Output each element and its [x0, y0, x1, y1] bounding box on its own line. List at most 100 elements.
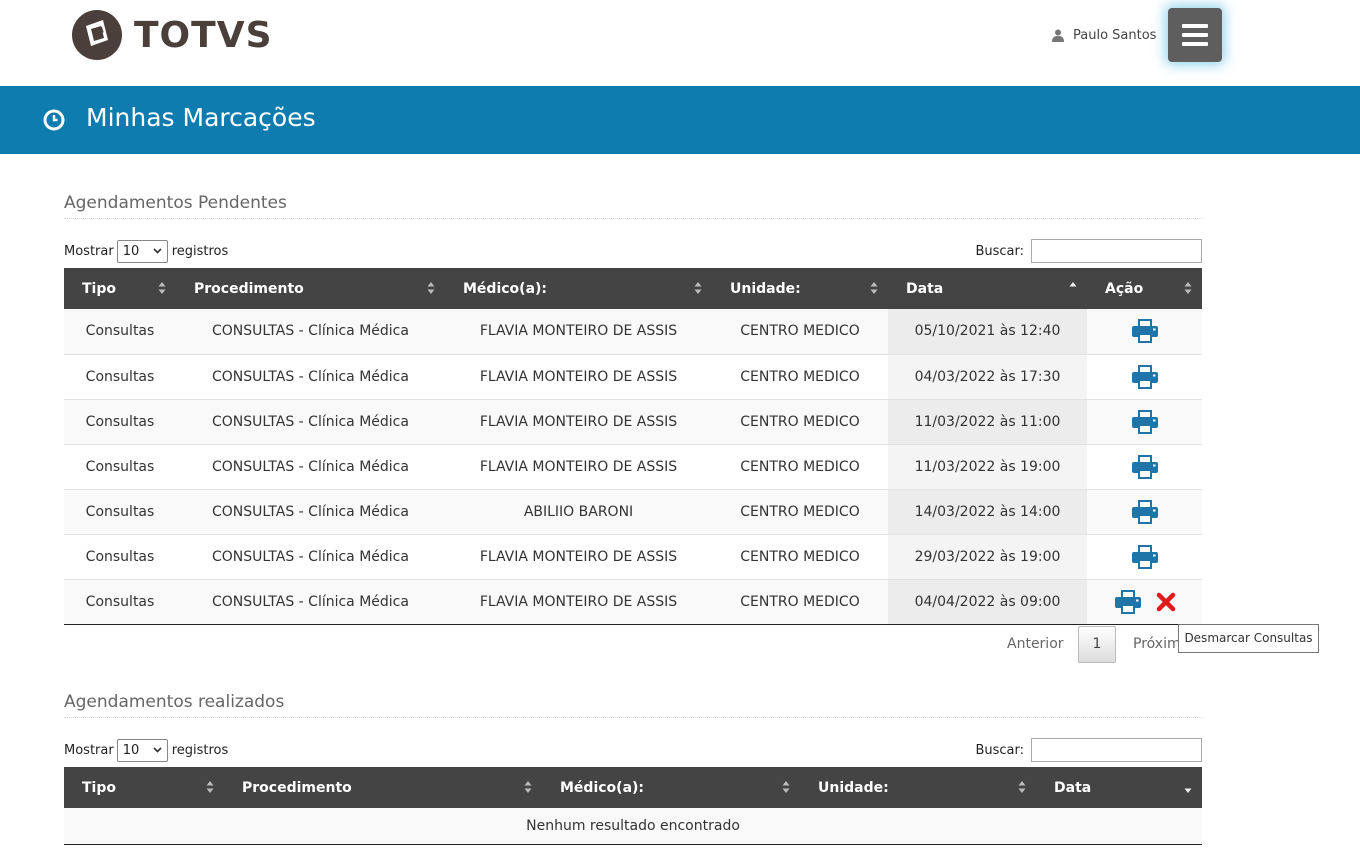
col-header-unidade[interactable]: Unidade: — [800, 767, 1036, 808]
cell-acao — [1087, 399, 1202, 445]
cell-medico: FLAVIA MONTEIRO DE ASSIS — [445, 444, 712, 490]
cell-tipo: Consultas — [64, 309, 176, 355]
table-header-row: Tipo Procedimento Médico(a): Unidade: Da… — [64, 268, 1202, 309]
col-header-label: Procedimento — [194, 280, 304, 297]
totvs-logo-icon — [72, 10, 122, 60]
hamburger-menu-icon — [1182, 33, 1208, 37]
row-actions — [1087, 364, 1202, 390]
pagination-prev[interactable]: Anterior — [1007, 636, 1064, 652]
records-label: registros — [171, 243, 229, 259]
pagination-next[interactable]: Próxim — [1133, 636, 1181, 652]
cell-procedimento: CONSULTAS - Clínica Médica — [176, 534, 445, 580]
cell-acao — [1087, 579, 1202, 625]
done-controls: Mostrar 10 registros Buscar: — [64, 738, 1202, 764]
row-actions — [1087, 589, 1202, 615]
brand-name: TOTVS — [134, 14, 273, 56]
cell-data: 11/03/2022 às 19:00 — [888, 444, 1087, 490]
empty-message: Nenhum resultado encontrado — [64, 808, 1202, 845]
pending-controls: Mostrar 10 registros Buscar: — [64, 239, 1202, 265]
cell-data: 29/03/2022 às 19:00 — [888, 534, 1087, 580]
printer-icon[interactable] — [1131, 318, 1159, 344]
cell-unidade: CENTRO MEDICO — [712, 399, 888, 445]
col-header-label: Procedimento — [242, 779, 352, 796]
col-header-label: Ação — [1105, 280, 1144, 297]
printer-icon[interactable] — [1131, 409, 1159, 435]
cell-data: 04/04/2022 às 09:00 — [888, 579, 1087, 625]
chevron-down-icon — [153, 747, 162, 753]
page-length-value: 10 — [122, 742, 140, 758]
printer-icon[interactable] — [1131, 544, 1159, 570]
user-info[interactable]: Paulo Santos — [1052, 24, 1156, 46]
col-header-medico[interactable]: Médico(a): — [542, 767, 800, 808]
col-header-unidade[interactable]: Unidade: — [712, 268, 888, 309]
col-header-acao[interactable]: Ação — [1087, 268, 1202, 309]
done-section-title: Agendamentos realizados — [64, 692, 1202, 718]
close-icon[interactable] — [1156, 592, 1176, 612]
cell-medico: FLAVIA MONTEIRO DE ASSIS — [445, 399, 712, 445]
col-header-procedimento[interactable]: Procedimento — [176, 268, 445, 309]
hamburger-menu-icon — [1182, 42, 1208, 46]
show-label: Mostrar — [64, 243, 114, 259]
cell-tipo: Consultas — [64, 444, 176, 490]
cell-data: 05/10/2021 às 12:40 — [888, 309, 1087, 355]
cell-procedimento: CONSULTAS - Clínica Médica — [176, 579, 445, 625]
brand-logo[interactable]: TOTVS — [70, 8, 273, 62]
cell-unidade: CENTRO MEDICO — [712, 444, 888, 490]
col-header-tipo[interactable]: Tipo — [64, 268, 176, 309]
sort-both-icon — [782, 781, 790, 793]
search-control: Buscar: — [975, 239, 1202, 263]
table-row: Consultas CONSULTAS - Clínica Médica FLAVI… — [64, 534, 1202, 580]
page-length-value: 10 — [122, 243, 140, 259]
col-header-procedimento[interactable]: Procedimento — [224, 767, 542, 808]
table-header-row: Tipo Procedimento Médico(a): Unidade: Da… — [64, 767, 1202, 808]
page-title-bar: Minhas Marcações — [0, 86, 1360, 154]
printer-icon[interactable] — [1131, 454, 1159, 480]
cell-acao — [1087, 309, 1202, 355]
col-header-label: Médico(a): — [463, 280, 548, 297]
table-row: Consultas CONSULTAS - Clínica Médica FLAVI… — [64, 579, 1202, 625]
tooltip: Desmarcar Consultas — [1178, 624, 1319, 653]
user-icon — [1052, 29, 1064, 42]
cell-data: 14/03/2022 às 14:00 — [888, 489, 1087, 535]
cell-medico: ABILIIO BARONI — [445, 489, 712, 535]
pagination-page[interactable]: 1 — [1078, 626, 1116, 663]
col-header-medico[interactable]: Médico(a): — [445, 268, 712, 309]
cell-tipo: Consultas — [64, 534, 176, 580]
pending-section-title: Agendamentos Pendentes — [64, 193, 1202, 219]
pending-table: Tipo Procedimento Médico(a): Unidade: Da… — [64, 268, 1202, 625]
cell-unidade: CENTRO MEDICO — [712, 354, 888, 400]
page-length-control: Mostrar 10 registros — [64, 738, 228, 762]
table-row: Consultas CONSULTAS - Clínica Médica FLAVI… — [64, 354, 1202, 400]
menu-button[interactable] — [1168, 8, 1222, 62]
cell-tipo: Consultas — [64, 489, 176, 535]
page-length-select[interactable]: 10 — [116, 239, 168, 263]
cell-tipo: Consultas — [64, 579, 176, 625]
search-input[interactable] — [1031, 239, 1202, 263]
col-header-label: Tipo — [82, 280, 116, 297]
printer-icon[interactable] — [1131, 364, 1159, 390]
printer-icon[interactable] — [1131, 499, 1159, 525]
col-header-label: Unidade: — [818, 779, 889, 796]
cell-acao — [1087, 354, 1202, 400]
records-label: registros — [171, 742, 229, 758]
page-length-select[interactable]: 10 — [116, 738, 168, 762]
cell-procedimento: CONSULTAS - Clínica Médica — [176, 399, 445, 445]
col-header-label: Médico(a): — [560, 779, 645, 796]
row-actions — [1087, 544, 1202, 570]
table-row: Consultas CONSULTAS - Clínica Médica FLAVI… — [64, 309, 1202, 355]
printer-icon[interactable] — [1114, 589, 1142, 615]
cell-tipo: Consultas — [64, 399, 176, 445]
done-table: Tipo Procedimento Médico(a): Unidade: Da… — [64, 767, 1202, 845]
sort-both-icon — [694, 282, 702, 294]
col-header-tipo[interactable]: Tipo — [64, 767, 224, 808]
page-title: Minhas Marcações — [86, 103, 316, 132]
col-header-data[interactable]: Data — [888, 268, 1087, 309]
search-input[interactable] — [1031, 738, 1202, 762]
cell-acao — [1087, 534, 1202, 580]
cell-procedimento: CONSULTAS - Clínica Médica — [176, 309, 445, 355]
cell-data: 04/03/2022 às 17:30 — [888, 354, 1087, 400]
col-header-data[interactable]: Data — [1036, 767, 1202, 808]
sort-asc-icon — [1069, 282, 1077, 287]
top-header: TOTVS Paulo Santos — [0, 0, 1360, 86]
cell-procedimento: CONSULTAS - Clínica Médica — [176, 489, 445, 535]
